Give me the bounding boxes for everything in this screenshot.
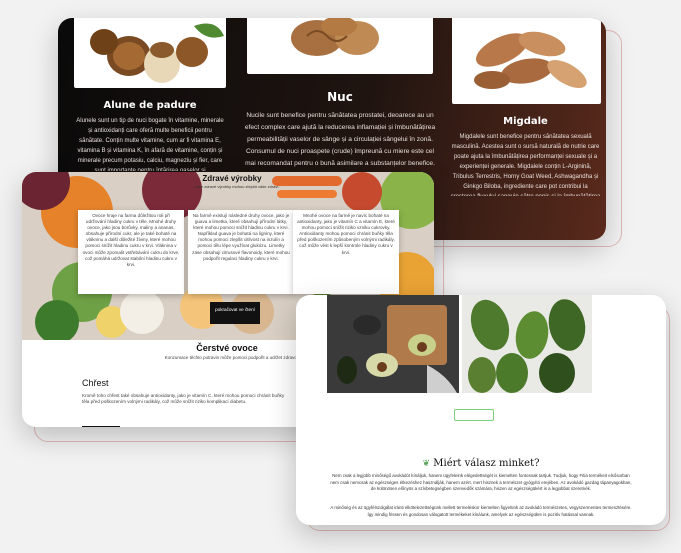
avocado-board-image <box>327 295 459 393</box>
avocado-pile-image <box>462 295 592 393</box>
hazelnut-image <box>74 18 226 88</box>
info-box-3: Mnohé ovoce na farmě je navíc bohaté na … <box>293 210 399 294</box>
green-outline-button[interactable] <box>454 409 494 421</box>
nut-text-hazelnut: Alunele sunt un tip de nuci bogate în vi… <box>76 118 224 171</box>
why-paragraph-2: A minőség és az ügyfélszolgálat iránti e… <box>330 505 632 517</box>
nut-text-walnut: Nucile sunt benefice pentru sănătatea pr… <box>244 112 436 167</box>
dark-button[interactable] <box>82 426 120 427</box>
hero-title: Zdravé výrobky <box>202 174 262 183</box>
why-heading: ❦ Miért válasz minket? <box>296 458 666 469</box>
nut-title-walnut: Nuc <box>327 90 353 104</box>
almond-image <box>452 18 601 104</box>
info-box-1: Ovoce hraje na farma důležitou roli při … <box>78 210 184 294</box>
walnut-image <box>247 18 433 74</box>
nut-title-hazelnut: Alune de padure <box>103 100 197 111</box>
nut-text-almond: Migdalele sunt benefice pentru sănătatea… <box>451 134 601 196</box>
avocado-page-card: ❦ Miért válasz minket? Nem csak a legjob… <box>296 295 666 525</box>
why-paragraph-1: Nem csak a legjobb minőségű avokádót kín… <box>330 473 632 492</box>
fresh-fruit-title: Čerstvé ovoce <box>196 343 258 353</box>
asparagus-title: Chřest <box>82 378 109 388</box>
read-more-button[interactable]: pokračovat ve čtení <box>210 302 260 324</box>
hero-subtitle: naše zdravé výrobky mohou zlepšit váše z… <box>194 184 280 189</box>
why-title: Miért válasz minket? <box>433 458 540 469</box>
nut-title-almond: Migdale <box>503 116 548 127</box>
leaf-icon: ❦ <box>422 459 431 469</box>
info-box-2: Na farmě existují následné druhy ovoce, … <box>188 210 294 294</box>
asparagus-text: Kromě toho chřest také obsahuje antioxid… <box>82 393 285 405</box>
